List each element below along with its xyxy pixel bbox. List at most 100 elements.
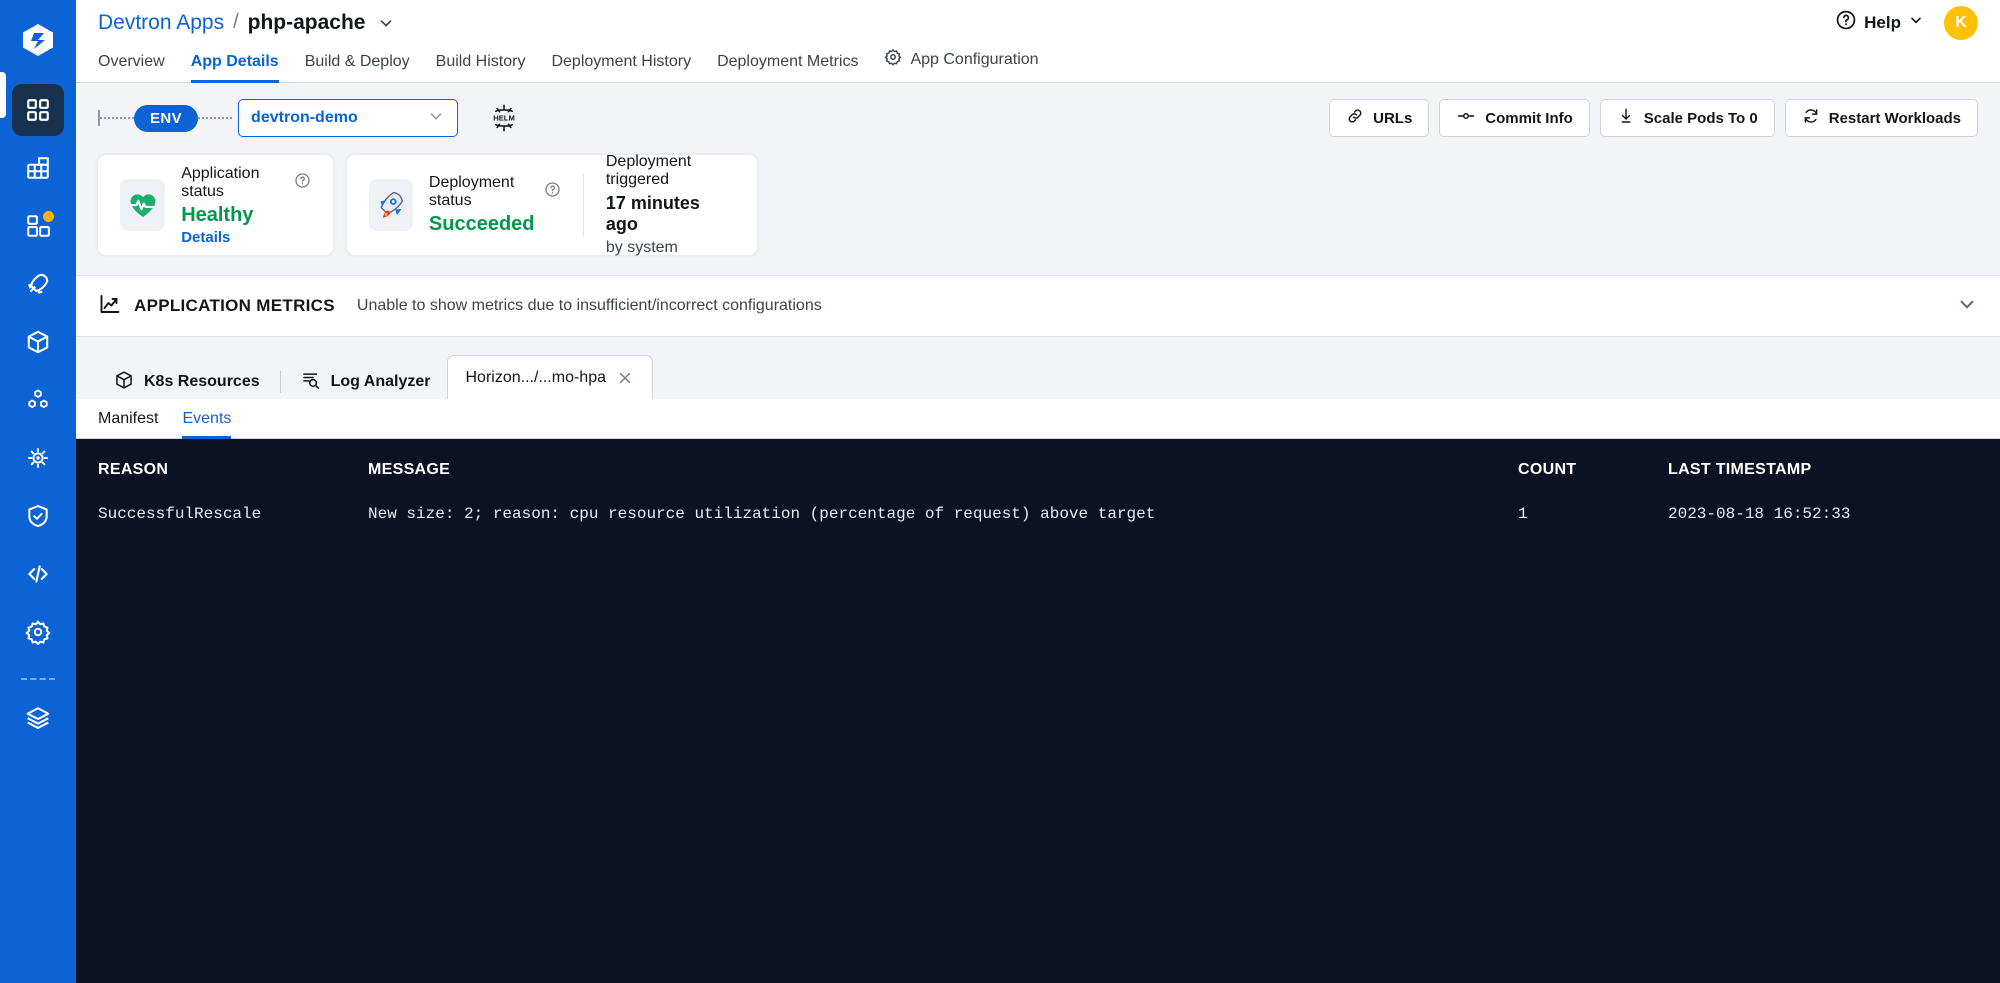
card-divider bbox=[583, 173, 584, 237]
env-section: ENV devtron-demo HELM URLs Commit Info S… bbox=[76, 83, 2000, 983]
sidebar-item-resource-browser[interactable] bbox=[12, 316, 64, 368]
link-icon bbox=[1346, 107, 1364, 129]
cube-icon bbox=[114, 370, 134, 395]
events-table-container: REASON MESSAGE COUNT LAST TIMESTAMP Succ… bbox=[76, 439, 2000, 983]
cube-icon bbox=[25, 329, 51, 355]
tab-build-and-deploy[interactable]: Build & Deploy bbox=[305, 53, 410, 83]
tab-label: Build & Deploy bbox=[304, 53, 410, 70]
app-nav-tabs: Overview App Details Build & Deploy Buil… bbox=[76, 45, 2000, 83]
chevron-down-icon[interactable] bbox=[377, 14, 395, 32]
sidebar-item-code[interactable] bbox=[12, 548, 64, 600]
events-table: REASON MESSAGE COUNT LAST TIMESTAMP Succ… bbox=[76, 439, 2000, 533]
env-badge: ENV bbox=[134, 104, 199, 132]
sidebar-item-applications[interactable] bbox=[12, 84, 64, 136]
table-row[interactable]: SuccessfulRescale New size: 2; reason: c… bbox=[76, 501, 2000, 533]
card-title-text: Application status bbox=[181, 164, 260, 200]
application-status-value: Healthy bbox=[181, 203, 254, 226]
resource-sub-tabs: Manifest Events bbox=[76, 399, 2000, 439]
tab-deployment-history[interactable]: Deployment History bbox=[551, 53, 691, 83]
sidebar-item-clusters[interactable] bbox=[12, 374, 64, 426]
button-label: URLs bbox=[1373, 109, 1413, 127]
question-circle-icon[interactable] bbox=[544, 181, 561, 203]
scale-down-icon bbox=[1617, 107, 1635, 129]
events-table-body: SuccessfulRescale New size: 2; reason: c… bbox=[76, 501, 2000, 533]
deployment-trigger-time: 17 minutes ago bbox=[605, 193, 700, 234]
deployment-status-value: Succeeded bbox=[428, 213, 535, 235]
tab-deployment-metrics[interactable]: Deployment Metrics bbox=[717, 53, 858, 83]
cell-message: New size: 2; reason: cpu resource utiliz… bbox=[368, 505, 1156, 523]
sidebar-item-kubernetes[interactable] bbox=[12, 432, 64, 484]
restart-workloads-button[interactable]: Restart Workloads bbox=[1784, 99, 1978, 137]
application-status-card[interactable]: Application status Healthy Details bbox=[98, 155, 333, 255]
button-label: Scale Pods To 0 bbox=[1643, 109, 1758, 127]
tab-overview[interactable]: Overview bbox=[98, 53, 165, 83]
tab-label: Horizon.../...mo-hpa bbox=[465, 368, 607, 386]
sidebar-item-deployment[interactable] bbox=[12, 258, 64, 310]
tab-label: Log Analyzer bbox=[330, 373, 431, 390]
tab-label: Deployment Metrics bbox=[717, 53, 859, 70]
chevron-down-icon[interactable] bbox=[1956, 293, 1978, 320]
cell-reason: SuccessfulRescale bbox=[98, 505, 262, 523]
environment-select-value: devtron-demo bbox=[251, 109, 358, 126]
sidebar-item-security[interactable] bbox=[12, 490, 64, 542]
heartbeat-icon bbox=[120, 179, 166, 231]
rail-divider bbox=[21, 678, 55, 680]
rocket-icon bbox=[369, 179, 413, 231]
sidebar-item-jobs[interactable] bbox=[12, 200, 64, 252]
devtron-logo[interactable] bbox=[12, 14, 64, 66]
sidebar-item-chart-store[interactable] bbox=[12, 142, 64, 194]
deployment-status-card[interactable]: Deployment status Succeeded Deployment t… bbox=[347, 153, 757, 257]
close-icon[interactable] bbox=[616, 369, 634, 387]
cell-count: 1 bbox=[1518, 505, 1528, 523]
gear-icon bbox=[884, 48, 902, 71]
help-button[interactable]: Help bbox=[1835, 9, 1924, 36]
urls-button[interactable]: URLs bbox=[1329, 99, 1430, 137]
layers-icon bbox=[25, 705, 51, 731]
deployment-trigger-by: by system bbox=[605, 239, 678, 256]
env-line-left bbox=[100, 117, 134, 119]
top-bar: Devtron Apps / php-apache Help K bbox=[76, 0, 2000, 45]
environment-select[interactable]: devtron-demo bbox=[238, 99, 459, 137]
sidebar-item-stacks[interactable] bbox=[12, 692, 64, 744]
help-label: Help bbox=[1864, 12, 1901, 32]
tab-log-analyzer[interactable]: Log Analyzer bbox=[285, 365, 447, 399]
code-brackets-icon bbox=[25, 561, 51, 587]
table-grid-icon bbox=[25, 155, 51, 181]
grid-tiles-icon bbox=[25, 97, 51, 123]
tab-label: Deployment History bbox=[551, 53, 692, 70]
rail-active-marker bbox=[0, 72, 6, 118]
svg-text:HELM: HELM bbox=[493, 113, 515, 122]
env-selector-group: ENV devtron-demo HELM bbox=[98, 99, 522, 137]
commit-info-button[interactable]: Commit Info bbox=[1439, 99, 1590, 137]
sub-tab-events[interactable]: Events bbox=[182, 410, 232, 439]
question-circle-icon bbox=[1835, 9, 1857, 36]
tab-app-details[interactable]: App Details bbox=[190, 53, 279, 83]
application-status-details-link[interactable]: Details bbox=[181, 229, 311, 246]
status-cards: Application status Healthy Details Deplo… bbox=[98, 153, 757, 257]
tab-k8s-resources[interactable]: K8s Resources bbox=[98, 365, 276, 399]
left-nav-rail bbox=[0, 0, 76, 983]
events-table-head: REASON MESSAGE COUNT LAST TIMESTAMP bbox=[76, 439, 2000, 501]
breadcrumb-root-link[interactable]: Devtron Apps bbox=[98, 11, 224, 35]
tab-divider bbox=[279, 371, 281, 393]
application-metrics-message: Unable to show metrics due to insufficie… bbox=[356, 297, 822, 314]
column-header-last-timestamp: LAST TIMESTAMP bbox=[1668, 461, 1812, 478]
tab-app-configuration[interactable]: App Configuration bbox=[884, 48, 1039, 83]
scale-pods-button[interactable]: Scale Pods To 0 bbox=[1599, 99, 1775, 137]
tab-horizontal-pod-autoscaler[interactable]: Horizon.../...mo-hpa bbox=[446, 355, 653, 399]
table-header-row: REASON MESSAGE COUNT LAST TIMESTAMP bbox=[76, 439, 2000, 501]
tab-label: App Configuration bbox=[910, 50, 1039, 68]
question-circle-icon[interactable] bbox=[294, 172, 311, 194]
tab-label: K8s Resources bbox=[144, 373, 260, 390]
gear-icon bbox=[25, 619, 51, 645]
tab-build-history[interactable]: Build History bbox=[436, 53, 526, 83]
sub-tab-manifest[interactable]: Manifest bbox=[98, 410, 158, 439]
deployment-status-title: Deployment status bbox=[429, 174, 561, 210]
chevron-down-icon bbox=[1908, 12, 1924, 33]
tab-label: Build History bbox=[435, 53, 526, 70]
helm-icon: HELM bbox=[486, 100, 522, 136]
deployment-trigger-info: Deployment triggered 17 minutes ago by s… bbox=[606, 153, 735, 257]
avatar[interactable]: K bbox=[1944, 5, 1978, 40]
application-status-title: Application status bbox=[181, 165, 311, 201]
sidebar-item-global-configurations[interactable] bbox=[12, 606, 64, 658]
